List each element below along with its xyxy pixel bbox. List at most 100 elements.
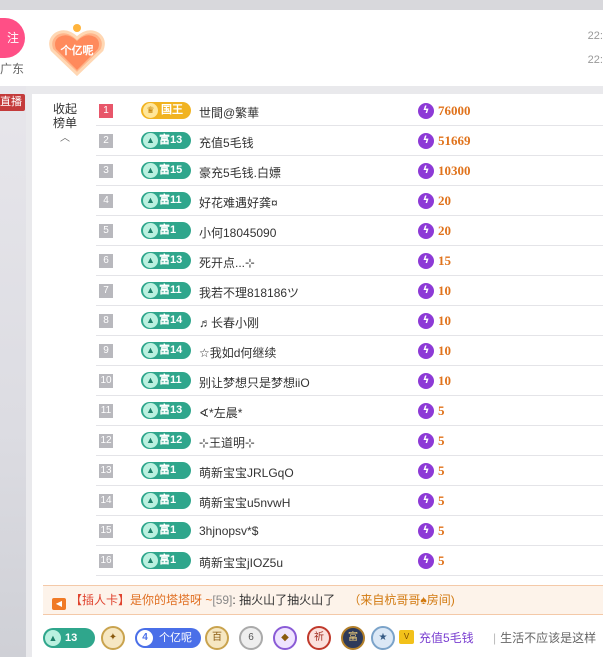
triangle-icon: ▲ — [143, 343, 158, 358]
chat-message-text: 生活不应该是这样 — [500, 631, 597, 645]
level-label: 富11 — [159, 194, 182, 206]
bolt-icon: ϟ — [418, 313, 434, 329]
user-name[interactable]: 萌新宝宝u5nvwH — [199, 494, 290, 511]
rank-number: 16 — [99, 554, 113, 568]
score: ϟ 20 — [418, 192, 451, 210]
score-value: 10300 — [438, 163, 471, 178]
table-row[interactable]: 8 ▲ 富14 ♬长春小刚 ϟ 10 — [96, 306, 603, 336]
table-row[interactable]: 2 ▲ 富13 充值5毛钱 ϟ 51669 — [96, 126, 603, 156]
bolt-icon: ϟ — [418, 133, 434, 149]
user-name[interactable]: 萌新宝宝JRLGqO — [199, 464, 294, 481]
current-user-name[interactable]: V 充值5毛钱 — [399, 629, 474, 646]
score: ϟ 10300 — [418, 162, 471, 180]
level-badge: ▲ 富13 — [141, 402, 191, 419]
user-name[interactable]: ∢*左晨* — [199, 404, 242, 421]
user-name[interactable]: 充值5毛钱 — [199, 134, 254, 151]
user-name[interactable]: 3hjnopsv*$ — [199, 524, 258, 538]
live-video-strip[interactable] — [0, 86, 26, 657]
table-row[interactable]: 7 ▲ 富11 我若不理818186ツ ϟ 10 — [96, 276, 603, 306]
user-name[interactable]: 好花难遇好龚¤ — [199, 194, 278, 211]
chevron-up-icon: ︿ — [60, 133, 70, 144]
level-label: 富14 — [159, 344, 183, 356]
triangle-icon: ▲ — [143, 553, 158, 568]
triangle-icon: ▲ — [143, 253, 158, 268]
level-label: 国王 — [161, 104, 183, 116]
rank-number: 12 — [99, 434, 113, 448]
user-name[interactable]: ⊹王道明⊹ — [199, 434, 255, 451]
message-body: 抽火山了抽火山了 — [239, 593, 336, 607]
score: ϟ5 — [418, 432, 445, 450]
table-row[interactable]: 12 ▲ 富12 ⊹王道明⊹ ϟ5 — [96, 426, 603, 456]
fan-club-badge[interactable]: 4 个亿呢 — [135, 628, 201, 648]
triangle-icon: ▲ — [143, 223, 158, 238]
collapse-label: 榜单 — [52, 116, 77, 130]
score-value: 5 — [438, 403, 445, 418]
follow-button[interactable]: 注 — [0, 18, 25, 58]
rank-number: 7 — [99, 284, 113, 298]
broadcast-message[interactable]: ◀ 【插人卡】是你的塔塔呀 ~[59]: 抽火山了抽火山了 （来自杭哥哥♠房间) — [43, 585, 603, 615]
score-value: 5 — [438, 463, 445, 478]
table-row[interactable]: 10 ▲ 富11 别让梦想只是梦想iiO ϟ 10 — [96, 366, 603, 396]
level-badge: ▲ 富15 — [141, 162, 191, 179]
bolt-icon: ϟ — [418, 223, 434, 239]
level-label: 富12 — [159, 434, 183, 446]
user-name[interactable]: 小何18045090 — [199, 224, 276, 241]
message-sender[interactable]: 是你的塔塔呀 ~ — [130, 593, 212, 607]
table-row[interactable]: 9 ▲ 富14 ☆我如d何继续 ϟ 10 — [96, 336, 603, 366]
score: ϟ5 — [418, 402, 445, 420]
triangle-icon: ▲ — [143, 193, 158, 208]
score-value: 5 — [438, 433, 445, 448]
user-name[interactable]: 世間@繁華 — [199, 104, 259, 121]
fan-heart-badge[interactable]: 个亿呢 — [46, 22, 108, 78]
user-name[interactable]: ☆我如d何继续 — [199, 344, 276, 361]
score-value: 20 — [438, 193, 451, 208]
bolt-icon: ϟ — [418, 343, 434, 359]
score: ϟ 10 — [418, 372, 451, 390]
table-row[interactable]: 14 ▲ 富1 萌新宝宝u5nvwH ϟ5 — [96, 486, 603, 516]
table-row[interactable]: 13 ▲ 富1 萌新宝宝JRLGqO ϟ5 — [96, 456, 603, 486]
user-name[interactable]: 别让梦想只是梦想iiO — [199, 374, 310, 391]
user-name[interactable]: 萌新宝宝jIOZ5u — [199, 554, 283, 571]
chat-message: | 生活不应该是这样 — [493, 629, 596, 646]
score-value: 15 — [438, 253, 451, 268]
rank-number: 8 — [99, 314, 113, 328]
table-row[interactable]: 4 ▲ 富11 好花难遇好龚¤ ϟ 20 — [96, 186, 603, 216]
level-label: 富1 — [159, 494, 177, 506]
bolt-icon: ϟ — [418, 103, 434, 119]
user-name[interactable]: 死开点...⊹ — [199, 254, 255, 271]
level-badge: ▲ 富1 — [141, 222, 191, 239]
table-row[interactable]: 3 ▲ 富15 豪充5毛钱.白嫖 ϟ 10300 — [96, 156, 603, 186]
table-row[interactable]: 1 ♛ 国王 世間@繁華 ϟ 76000 — [96, 96, 603, 126]
level-label: 富1 — [159, 224, 177, 236]
table-row[interactable]: 15 ▲ 富1 3hjnopsv*$ ϟ5 — [96, 516, 603, 546]
message-source-room[interactable]: （来自杭哥哥♠房间) — [348, 593, 454, 607]
megaphone-icon: ◀ — [52, 598, 66, 610]
message-card-label: 【插人卡】 — [70, 593, 131, 607]
bolt-icon: ϟ — [418, 523, 434, 539]
score: ϟ5 — [418, 492, 445, 510]
level-badge: ▲ 富1 — [141, 462, 191, 479]
table-row[interactable]: 11 ▲ 富13 ∢*左晨* ϟ5 — [96, 396, 603, 426]
rank-number: 5 — [99, 224, 113, 238]
user-name[interactable]: 我若不理818186ツ — [199, 284, 299, 301]
bolt-icon: ϟ — [418, 463, 434, 479]
score-value: 10 — [438, 313, 451, 328]
user-name[interactable]: 豪充5毛钱.白嫖 — [199, 164, 281, 181]
live-tag: 直播 — [0, 94, 25, 111]
collapse-list-button[interactable]: 收起 榜单 ︿ — [50, 102, 80, 146]
bolt-icon: ϟ — [418, 283, 434, 299]
triangle-icon: ▲ — [143, 433, 158, 448]
user-name[interactable]: ♬长春小刚 — [199, 314, 259, 331]
level-label: 富1 — [159, 524, 177, 536]
level-number: 13 — [65, 632, 78, 644]
score-value: 5 — [438, 493, 445, 508]
table-row[interactable]: 5 ▲ 富1 小何18045090 ϟ 20 — [96, 216, 603, 246]
level-badge: ▲ 富14 — [141, 312, 191, 329]
crown-icon: ♛ — [143, 103, 158, 118]
table-row[interactable]: 6 ▲ 富13 死开点...⊹ ϟ 15 — [96, 246, 603, 276]
level-label: 富1 — [159, 554, 177, 566]
bolt-icon: ϟ — [418, 493, 434, 509]
table-row[interactable]: 16 ▲ 富1 萌新宝宝jIOZ5u ϟ5 — [96, 546, 603, 576]
bolt-icon: ϟ — [418, 403, 434, 419]
score: ϟ5 — [418, 462, 445, 480]
